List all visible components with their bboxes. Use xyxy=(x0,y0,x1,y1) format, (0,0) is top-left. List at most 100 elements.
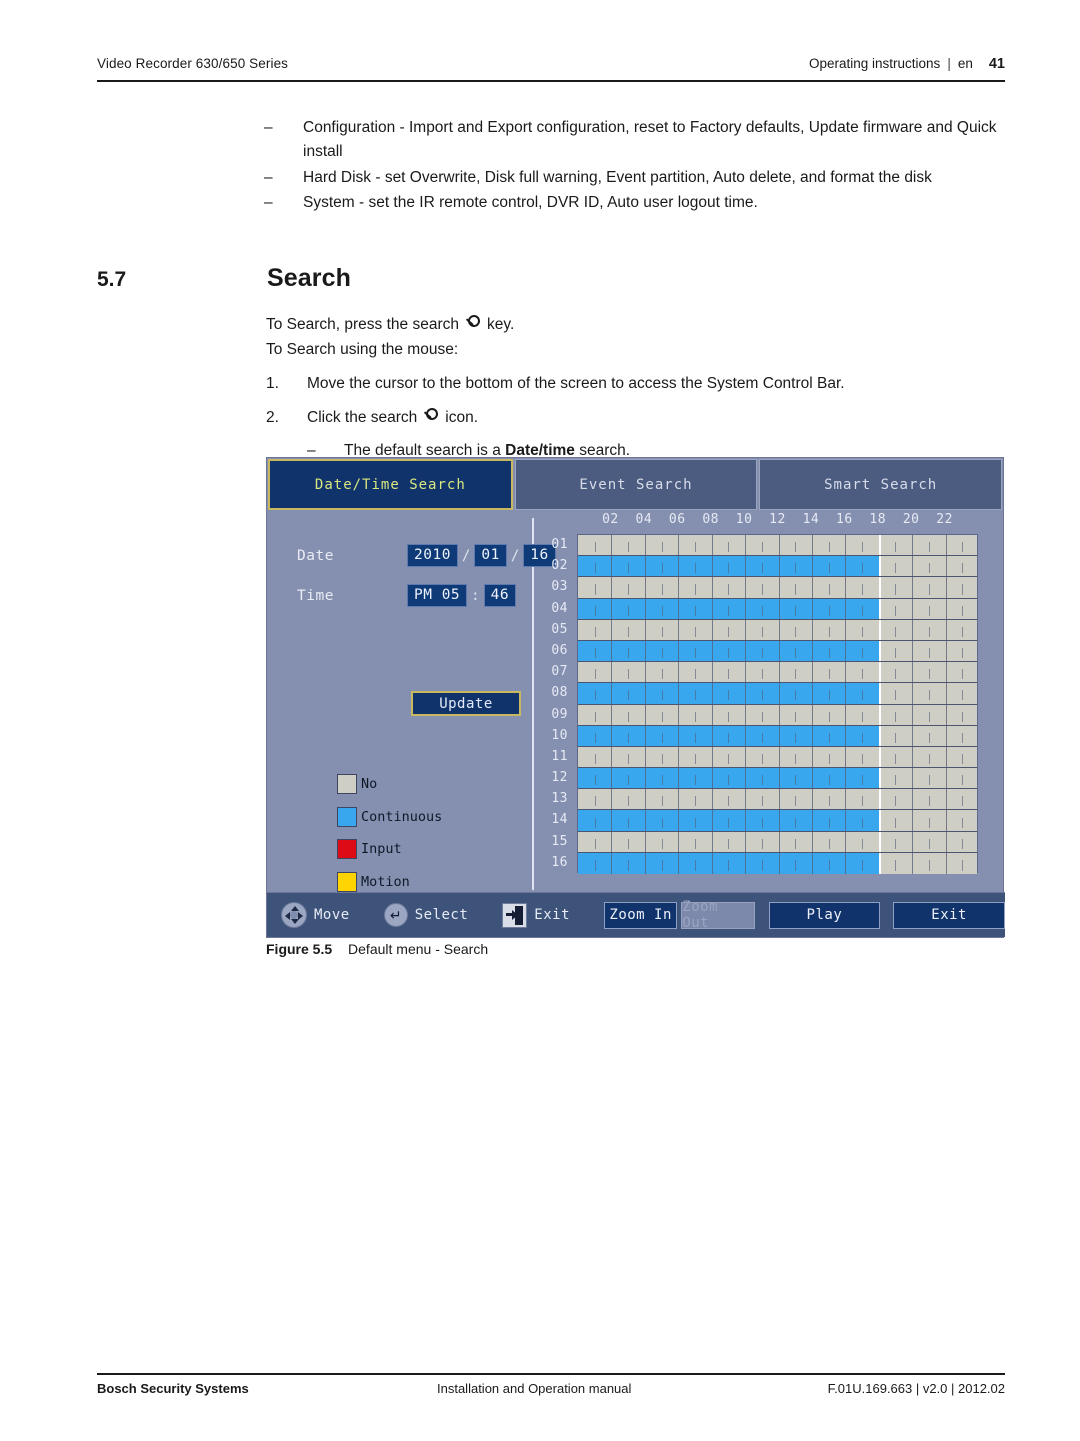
channel-label: 02 xyxy=(551,558,568,574)
page-footer: Bosch Security Systems Installation and … xyxy=(97,1381,1005,1396)
time-label: Time xyxy=(297,587,334,604)
timeline-row[interactable] xyxy=(578,619,977,641)
step-number: 2. xyxy=(266,409,279,427)
hour-tick-label: 14 xyxy=(802,512,820,527)
instruction-text-b: key. xyxy=(487,316,515,333)
tab-bar: Date/Time Search Event Search Smart Sear… xyxy=(267,458,1003,510)
tab-event-search[interactable]: Event Search xyxy=(514,459,758,510)
recording-timeline-grid[interactable] xyxy=(577,534,978,874)
time-minute-input[interactable]: 46 xyxy=(483,584,517,607)
current-position-marker xyxy=(878,810,881,831)
current-position-marker xyxy=(878,831,881,852)
channel-label: 12 xyxy=(551,770,568,786)
bullet-dash: – xyxy=(264,119,273,136)
hint-label-move: Move xyxy=(314,907,350,923)
step-text-group: Click the search icon. xyxy=(307,405,478,430)
zoom-out-button[interactable]: Zoom Out xyxy=(681,899,755,931)
hint-label-exit: Exit xyxy=(534,907,571,923)
dvr-body: Date 2010 / 01 / 16 Time PM 05 : 46 Upda… xyxy=(267,510,1005,894)
timeline-row[interactable] xyxy=(578,852,977,874)
hour-tick-label: 06 xyxy=(668,512,686,527)
timeline-row[interactable] xyxy=(578,640,977,663)
timeline-row[interactable] xyxy=(578,810,977,832)
list-item: 1. Move the cursor to the bottom of the … xyxy=(266,371,1006,396)
hint-move: Move xyxy=(281,902,350,928)
play-button[interactable]: Play xyxy=(768,901,881,929)
timeline-row[interactable] xyxy=(578,704,977,726)
channel-label: 16 xyxy=(551,854,568,870)
current-position-marker xyxy=(878,789,881,810)
step-text: Move the cursor to the bottom of the scr… xyxy=(307,375,845,393)
time-field-row: Time PM 05 : 46 xyxy=(297,584,517,607)
timeline-row[interactable] xyxy=(578,683,977,705)
instruction-text-a: To Search, press the search xyxy=(266,316,459,333)
header-rule xyxy=(97,80,1005,82)
hour-ticks xyxy=(578,683,977,704)
zoom-in-button[interactable]: Zoom In xyxy=(604,901,678,929)
header-separator: | xyxy=(947,56,951,71)
current-position-marker xyxy=(878,640,881,662)
legend-item-no: No xyxy=(337,774,442,794)
hour-ticks xyxy=(578,852,977,874)
hint-label-select: Select xyxy=(414,907,469,923)
step-text-a: Click the search xyxy=(307,409,418,427)
bullet-text: System - set the IR remote control, DVR … xyxy=(303,194,758,212)
hour-ticks xyxy=(578,598,977,619)
current-position-marker xyxy=(878,852,881,874)
hour-ticks xyxy=(578,725,977,746)
timeline-row[interactable] xyxy=(578,535,977,557)
hour-tick-label: 18 xyxy=(869,512,887,527)
exit-button[interactable]: Exit xyxy=(893,901,1005,929)
dpad-icon xyxy=(281,902,307,928)
timeline-row[interactable] xyxy=(578,577,977,599)
date-month-input[interactable]: 01 xyxy=(474,544,507,567)
timeline-row[interactable] xyxy=(578,768,977,790)
legend-label-no: No xyxy=(361,776,378,792)
legend-item-motion: Motion xyxy=(337,871,442,892)
search-criteria-panel: Date 2010 / 01 / 16 Time PM 05 : 46 Upda… xyxy=(267,510,556,894)
figure-caption-text: Default menu - Search xyxy=(348,941,489,957)
current-position-marker xyxy=(878,725,881,746)
hour-tick-label: 22 xyxy=(936,512,953,527)
hour-ticks xyxy=(578,789,977,810)
legend-label-continuous: Continuous xyxy=(361,808,443,825)
section-number: 5.7 xyxy=(97,268,127,291)
date-separator: / xyxy=(510,547,520,564)
current-position-marker xyxy=(878,746,881,768)
timeline-row[interactable] xyxy=(578,789,977,811)
time-hour-input[interactable]: PM 05 xyxy=(407,584,468,607)
legend-swatch-no xyxy=(337,774,357,794)
timeline-row[interactable] xyxy=(578,725,977,747)
timeline-row[interactable] xyxy=(578,662,977,684)
hour-ticks xyxy=(578,704,977,725)
date-year-input[interactable]: 2010 xyxy=(407,544,458,567)
timeline-row[interactable] xyxy=(578,598,977,620)
channel-label: 08 xyxy=(551,685,568,701)
tab-date-time-search[interactable]: Date/Time Search xyxy=(268,459,513,510)
timeline-row[interactable] xyxy=(578,831,977,853)
channel-label: 06 xyxy=(551,642,568,658)
dvr-search-menu-figure: Date/Time Search Event Search Smart Sear… xyxy=(266,457,1005,938)
update-button[interactable]: Update xyxy=(411,691,521,716)
hour-ticks xyxy=(578,746,977,768)
date-field-row: Date 2010 / 01 / 16 xyxy=(297,544,556,567)
tab-smart-search[interactable]: Smart Search xyxy=(759,459,1003,510)
channel-label-column: 01 02 03 04 05 06 07 08 09 10 11 12 13 14 15 16 xyxy=(534,534,574,873)
page-number: 41 xyxy=(988,56,1005,72)
channel-label: 07 xyxy=(551,664,568,680)
legend-item-continuous: Continuous xyxy=(337,806,443,827)
hour-ticks xyxy=(578,831,977,852)
channel-label: 04 xyxy=(551,600,568,616)
current-position-marker xyxy=(878,704,881,725)
instruction-text-mouse: To Search using the mouse: xyxy=(266,341,459,359)
legend-swatch-continuous xyxy=(337,806,357,827)
hour-tick-label: 04 xyxy=(635,512,653,527)
instruction-line-mouse: To Search using the mouse: xyxy=(266,337,1006,362)
current-position-marker xyxy=(878,662,881,683)
step-text-b: icon. xyxy=(445,409,479,427)
legend-swatch-motion xyxy=(337,871,357,892)
timeline-row[interactable] xyxy=(578,746,977,769)
timeline-row[interactable] xyxy=(578,556,977,578)
current-position-marker xyxy=(878,619,881,640)
hour-tick-label: 02 xyxy=(602,512,619,527)
